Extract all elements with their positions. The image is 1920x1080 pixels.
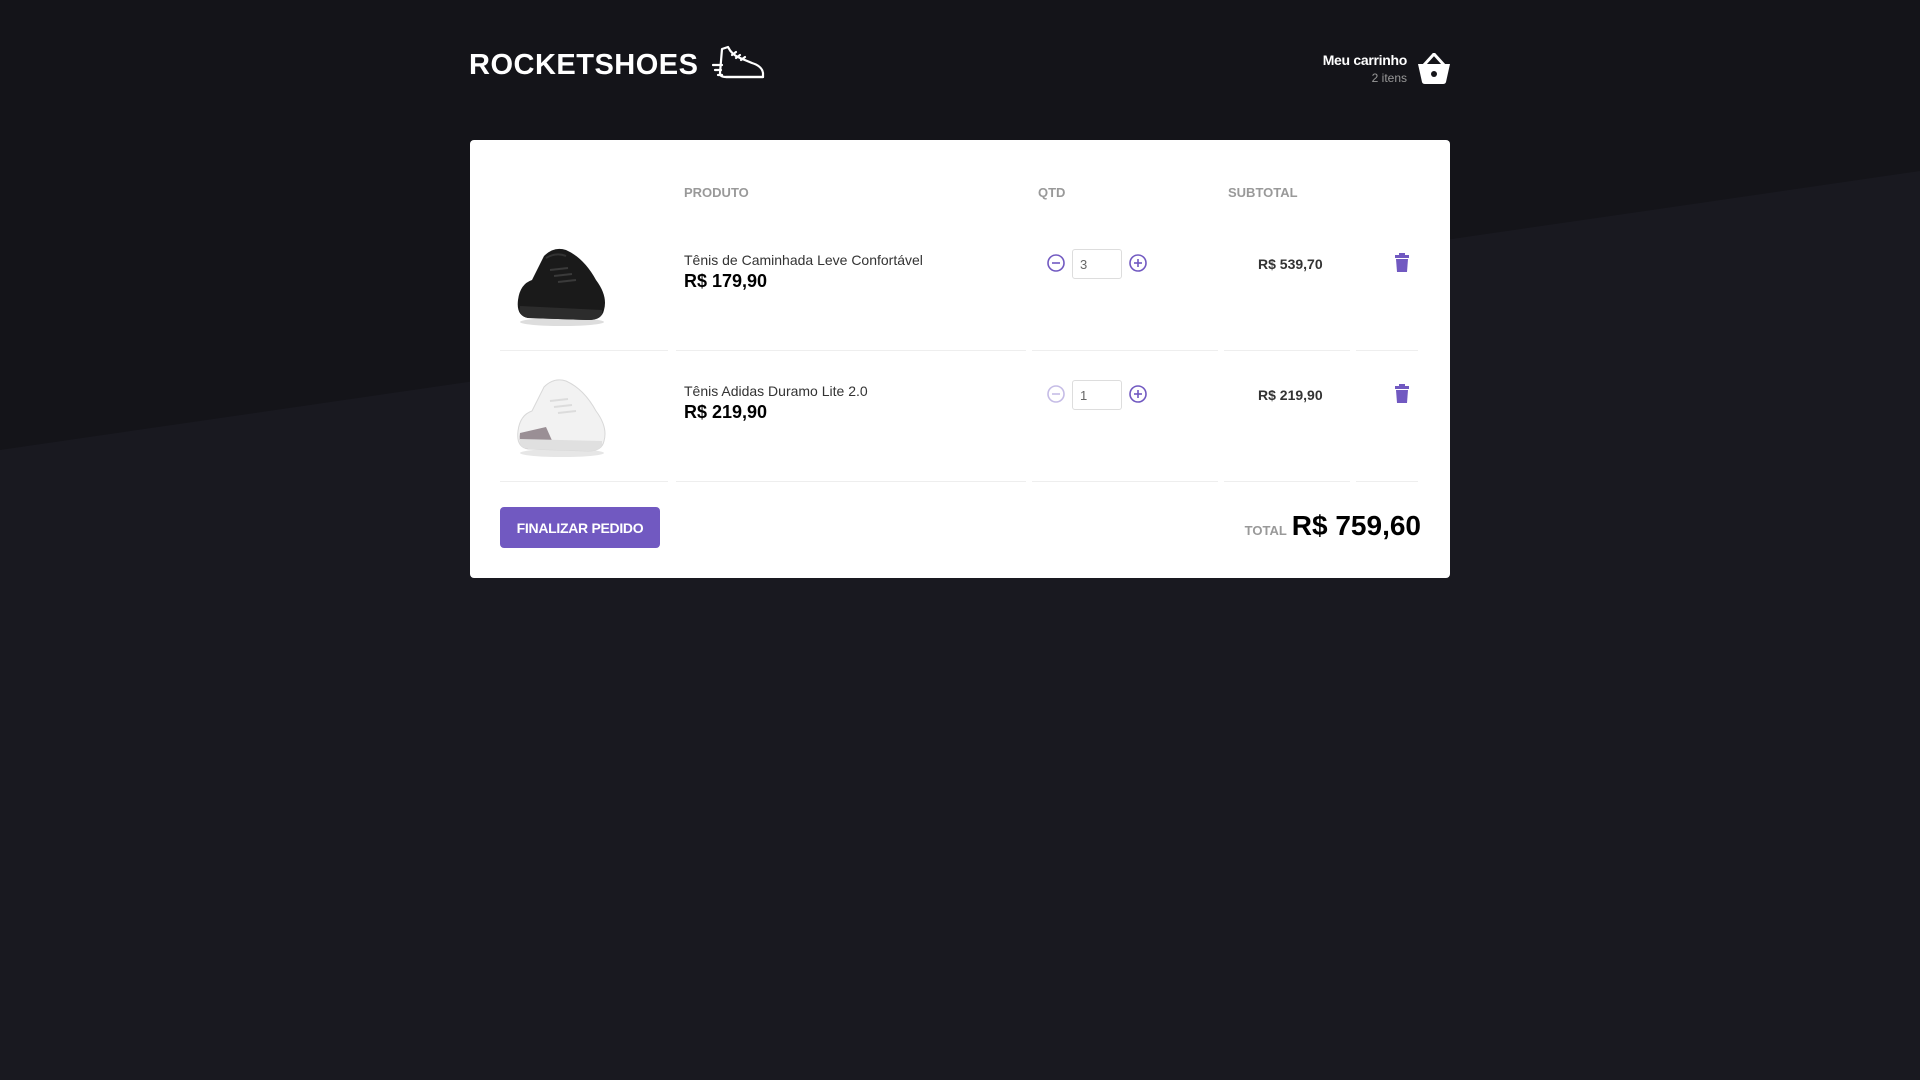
plus-circle-icon[interactable] (1128, 384, 1148, 404)
cart-count: 2 itens (1371, 71, 1407, 85)
app-container: ROCKETSHOES Meu carrinho 2 itens PRODUTO… (469, 0, 1451, 578)
row-divider (1356, 481, 1418, 482)
row-divider (676, 481, 1026, 482)
checkout-button[interactable]: FINALIZAR PEDIDO (500, 507, 660, 548)
row-divider (1224, 481, 1350, 482)
trash-icon[interactable] (1393, 253, 1411, 273)
cart-summary: Meu carrinho 2 itens (1322, 52, 1408, 85)
header-product: PRODUTO (684, 185, 749, 200)
product-image (517, 248, 605, 326)
row-divider (500, 481, 668, 482)
product-name: Tênis de Caminhada Leve Confortável (684, 252, 923, 268)
cart-panel: PRODUTO QTD SUBTOTAL Tênis de Caminhada … (470, 140, 1450, 578)
header-qty: QTD (1038, 185, 1066, 200)
product-name: Tênis Adidas Duramo Lite 2.0 (684, 383, 868, 399)
product-price: R$ 179,90 (684, 271, 768, 291)
cart-link[interactable]: Meu carrinho 2 itens (1323, 52, 1451, 85)
plus-circle-icon[interactable] (1128, 253, 1148, 273)
brand-name: ROCKETSHOES (469, 48, 699, 81)
running-shoe-icon (712, 45, 765, 79)
order-total: TOTAL R$ 759,60 (1245, 510, 1421, 542)
minus-circle-icon[interactable] (1046, 253, 1066, 273)
quantity-input[interactable] (1072, 380, 1122, 410)
header: ROCKETSHOES Meu carrinho 2 itens (469, 0, 1451, 140)
table-row: Tênis de Caminhada Leve Confortável R$ 1… (500, 220, 1418, 351)
cart-title: Meu carrinho (1322, 52, 1408, 68)
total-value: R$ 759,60 (1291, 510, 1421, 541)
product-subtotal: R$ 539,70 (1258, 256, 1323, 272)
shopping-basket-icon (1418, 52, 1450, 84)
minus-circle-icon[interactable] (1046, 384, 1066, 404)
product-image (517, 379, 606, 457)
table-row: Tênis Adidas Duramo Lite 2.0 R$ 219,90 R… (500, 351, 1418, 482)
product-subtotal: R$ 219,90 (1258, 387, 1323, 403)
trash-icon[interactable] (1393, 384, 1411, 404)
quantity-input[interactable] (1072, 249, 1122, 279)
logo[interactable]: ROCKETSHOES (469, 45, 766, 85)
header-subtotal: SUBTOTAL (1228, 185, 1298, 200)
product-price: R$ 219,90 (684, 402, 768, 422)
row-divider (1032, 481, 1218, 482)
total-label: TOTAL (1244, 523, 1287, 538)
